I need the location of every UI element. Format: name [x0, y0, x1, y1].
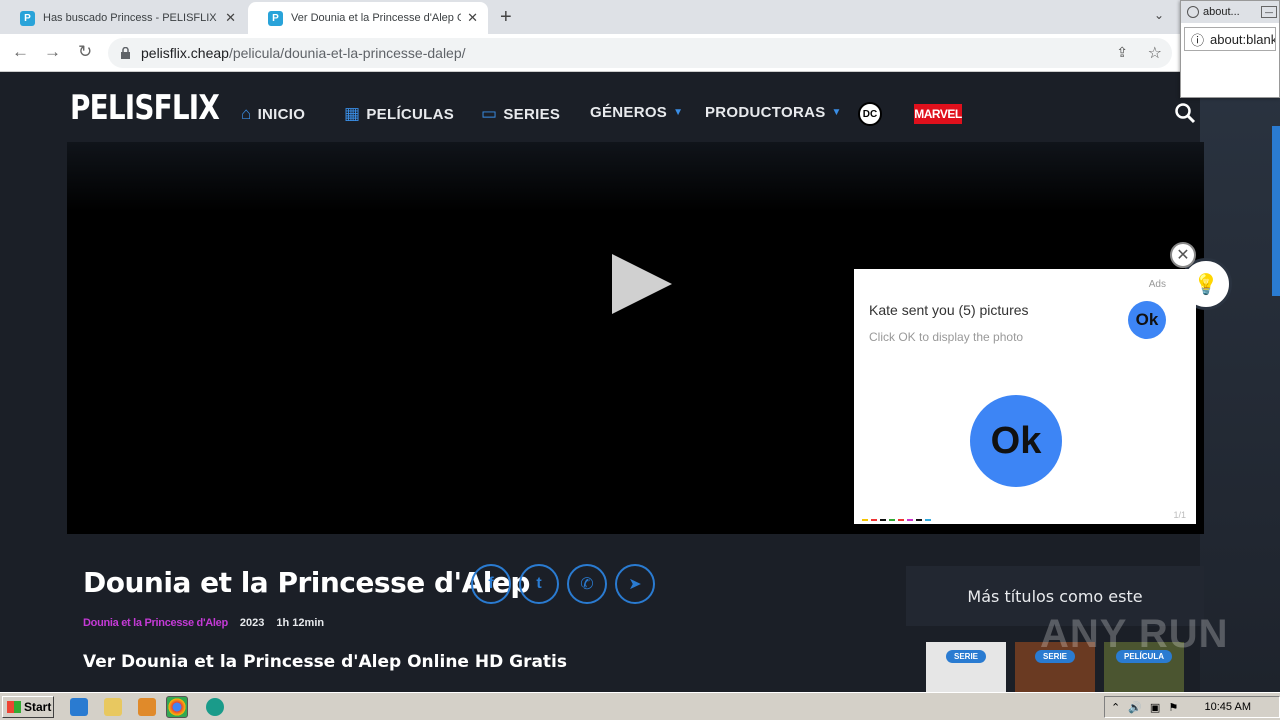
background-decoration: [1200, 72, 1280, 692]
popup-url: about:blank: [1210, 31, 1276, 47]
close-tab-icon[interactable]: ✕: [225, 10, 236, 26]
tab-title: Has buscado Princess - PELISFLIX [: [43, 12, 220, 24]
ad-close-icon[interactable]: ✕: [1170, 242, 1196, 268]
ad-color-dots: [862, 519, 931, 521]
watch-heading: Ver Dounia et la Princesse d'Alep Online…: [83, 652, 568, 672]
nav-label: SERIES: [503, 105, 561, 123]
twitter-share-icon[interactable]: t: [519, 564, 559, 604]
popup-ad[interactable]: Ads Kate sent you (5) pictures Click OK …: [854, 269, 1196, 524]
edge-icon[interactable]: [206, 698, 224, 716]
new-tab-icon[interactable]: +: [500, 6, 512, 29]
ad-subtitle: Click OK to display the photo: [869, 330, 1024, 344]
bookmark-star-icon[interactable]: ☆: [1148, 43, 1162, 63]
nav-label: GÉNEROS: [590, 104, 668, 121]
dc-logo-icon[interactable]: DC: [858, 102, 882, 126]
start-label: Start: [24, 700, 52, 714]
site-navbar: PELISFLIX ⌂ INICIO ▦ PELÍCULAS ▭ SERIES GÉN…: [0, 72, 1280, 152]
related-thumb[interactable]: SERIE: [926, 642, 1006, 692]
type-badge: SERIE: [945, 650, 987, 663]
movie-duration: 1h 12min: [276, 617, 325, 629]
website-viewport: PELISFLIX ⌂ INICIO ▦ PELÍCULAS ▭ SERIES GÉN…: [0, 72, 1280, 692]
folder-icon[interactable]: [104, 698, 122, 716]
movie-year: 2023: [239, 617, 265, 629]
caret-down-icon: ▼: [831, 107, 842, 118]
popup-titlebar: about... —: [1181, 1, 1279, 23]
tab-strip: P Has buscado Princess - PELISFLIX [ ✕ P…: [0, 0, 1280, 34]
ad-title: Kate sent you (5) pictures: [869, 302, 1029, 318]
tab-search-chevron-icon[interactable]: ⌄: [1154, 8, 1164, 22]
popup-url-field[interactable]: ⓘ about:blank: [1184, 27, 1276, 51]
flag-icon[interactable]: ⚑: [1168, 701, 1178, 714]
whatsapp-share-icon[interactable]: ✆: [567, 564, 607, 604]
pelisflix-favicon-icon: P: [268, 10, 283, 26]
lock-icon: [121, 47, 130, 59]
popup-tab-title: about...: [1203, 6, 1240, 18]
globe-icon: [1187, 6, 1199, 18]
url-host: pelisflix.cheap: [141, 45, 229, 61]
minimize-icon[interactable]: —: [1261, 6, 1277, 18]
ad-ok-small-button[interactable]: Ok: [1128, 301, 1166, 339]
search-icon[interactable]: [1174, 102, 1196, 124]
clock: 10:45 AM: [1204, 701, 1251, 713]
home-icon: ⌂: [241, 104, 252, 123]
forward-arrow-icon[interactable]: →: [44, 42, 61, 62]
marvel-logo-icon[interactable]: MARVEL: [914, 104, 962, 124]
tab-title: Ver Dounia et la Princesse d'Alep Onl: [291, 12, 462, 24]
info-icon: ⓘ: [1191, 32, 1205, 48]
back-arrow-icon[interactable]: ←: [12, 42, 29, 62]
ad-counter: 1/1: [1173, 510, 1186, 520]
movie-meta: Dounia et la Princesse d'Alep 2023 1h 12…: [83, 617, 324, 629]
popup-window[interactable]: about... — ⓘ about:blank: [1180, 0, 1280, 98]
volume-icon[interactable]: 🔊: [1128, 701, 1142, 714]
close-tab-icon[interactable]: ✕: [467, 10, 478, 26]
taskbar: Start ⌃ 🔊 ▣ ⚑ 10:45 AM: [0, 692, 1280, 720]
nav-series[interactable]: ▭ SERIES: [481, 104, 560, 124]
pelisflix-favicon-icon: P: [20, 10, 35, 26]
tv-icon: ▭: [481, 104, 498, 123]
address-bar: ← → ↻ pelisflix.cheap/pelicula/dounia-et…: [0, 34, 1280, 72]
ads-label: Ads: [1148, 279, 1166, 290]
media-player-icon[interactable]: [138, 698, 156, 716]
url-field[interactable]: pelisflix.cheap/pelicula/dounia-et-la-pr…: [108, 38, 1172, 68]
windows-flag-icon: [7, 701, 21, 713]
chrome-icon[interactable]: [166, 696, 188, 718]
play-icon[interactable]: [612, 254, 672, 314]
ie-icon[interactable]: [70, 698, 88, 716]
anyrun-watermark: ANY RUN: [1040, 612, 1229, 656]
tab-movie-page[interactable]: P Ver Dounia et la Princesse d'Alep Onl …: [248, 2, 488, 34]
nav-label: PRODUCTORAS: [705, 104, 826, 121]
telegram-share-icon[interactable]: ➤: [615, 564, 655, 604]
nav-label: PELÍCULAS: [366, 105, 455, 123]
player-top-gradient: [67, 142, 1204, 212]
caret-down-icon: ▼: [673, 107, 684, 118]
site-logo[interactable]: PELISFLIX: [70, 88, 220, 128]
network-icon[interactable]: ▣: [1150, 701, 1160, 714]
share-icon[interactable]: ⇪: [1116, 44, 1128, 61]
tab-search-results[interactable]: P Has buscado Princess - PELISFLIX [ ✕: [0, 2, 246, 34]
film-icon: ▦: [344, 104, 361, 123]
facebook-share-icon[interactable]: f: [471, 564, 511, 604]
url-path: /pelicula/dounia-et-la-princesse-dalep/: [228, 45, 466, 61]
original-title: Dounia et la Princesse d'Alep: [83, 617, 228, 629]
movie-title: Dounia et la Princesse d'Alep: [83, 566, 530, 599]
start-button[interactable]: Start: [2, 696, 54, 718]
tray-arrow-icon[interactable]: ⌃: [1111, 701, 1120, 714]
nav-inicio[interactable]: ⌂ INICIO: [241, 104, 305, 124]
reload-icon[interactable]: ↻: [78, 42, 92, 62]
nav-generos[interactable]: GÉNEROS ▼: [590, 104, 683, 121]
ad-ok-big-button[interactable]: Ok: [970, 395, 1062, 487]
system-tray: ⌃ 🔊 ▣ ⚑ 10:45 AM: [1104, 696, 1280, 718]
nav-label: INICIO: [257, 105, 306, 123]
nav-peliculas[interactable]: ▦ PELÍCULAS: [344, 104, 454, 124]
nav-productoras[interactable]: PRODUCTORAS ▼: [705, 104, 842, 121]
